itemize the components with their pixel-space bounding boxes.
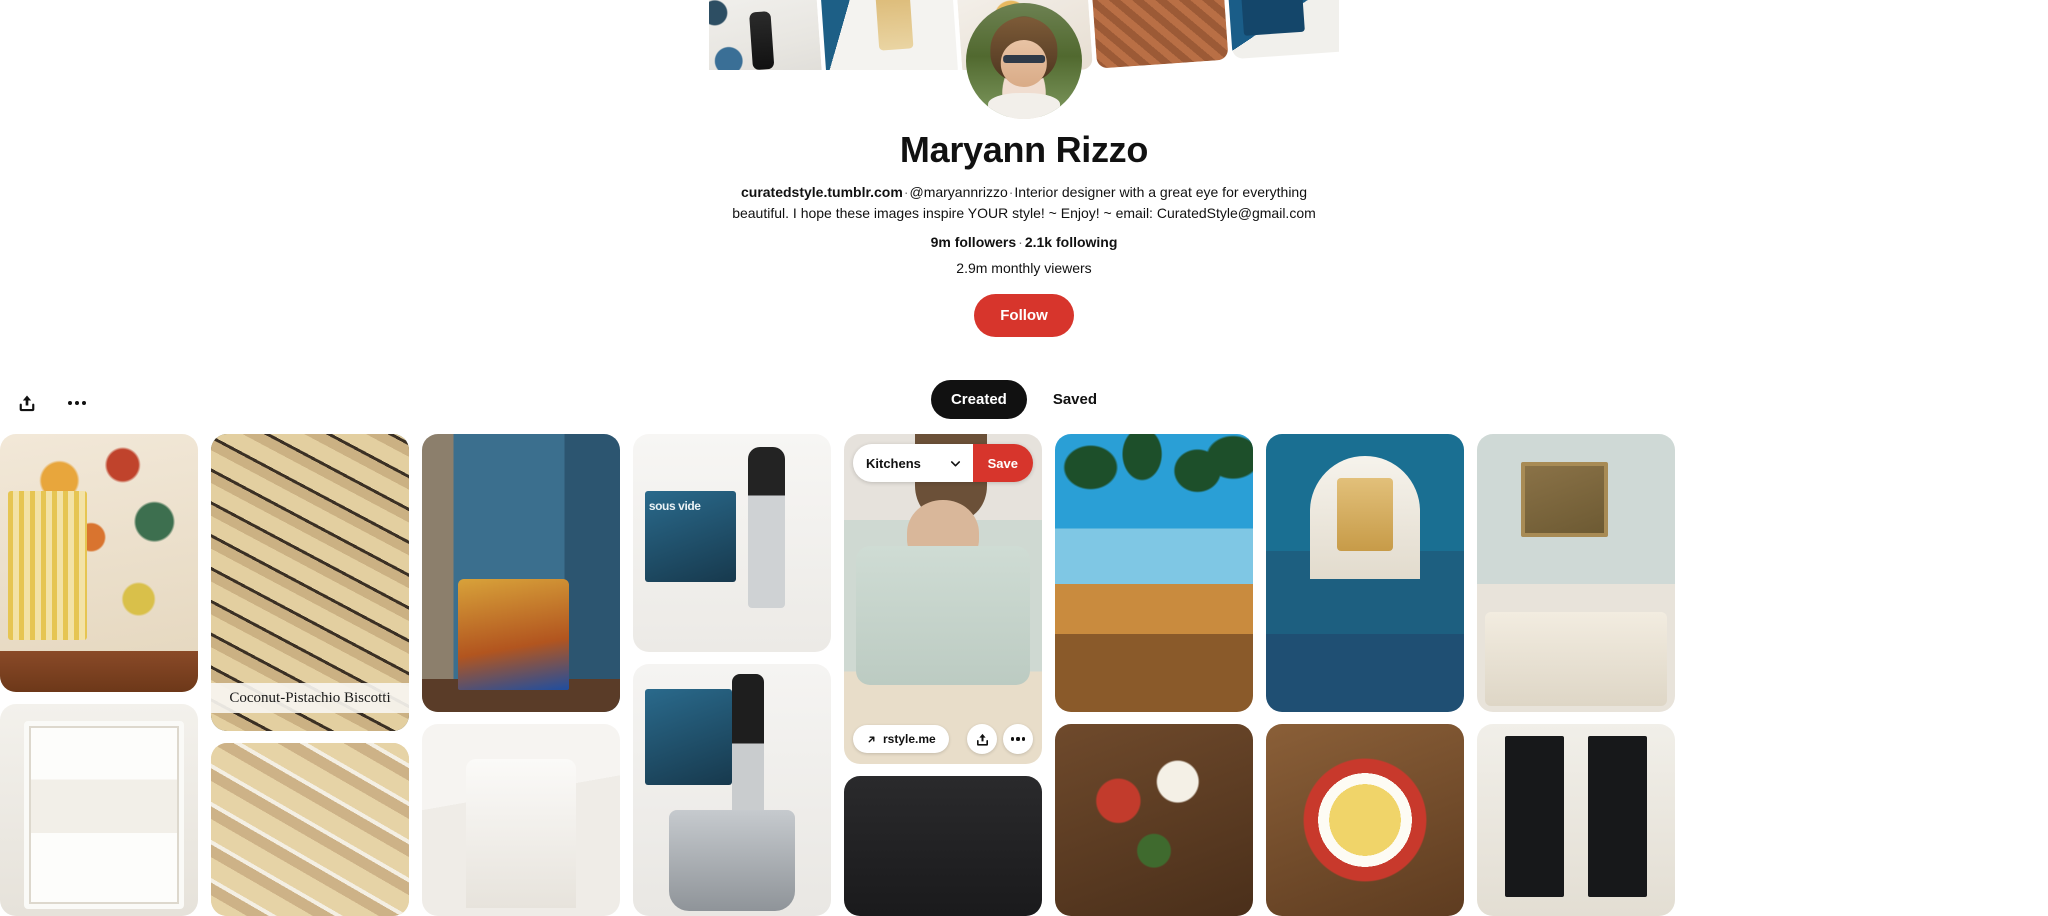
- model-sweater: [855, 546, 1031, 685]
- share-icon: [976, 733, 988, 746]
- page-title: Maryann Rizzo: [899, 129, 1149, 170]
- pot-graphic: [668, 810, 796, 911]
- pin-card[interactable]: [0, 704, 198, 916]
- tab-created[interactable]: Created: [930, 380, 1027, 419]
- pin-column: [422, 434, 620, 916]
- pin-image: [1055, 724, 1253, 916]
- pin-column: Coconut-Pistachio Biscotti: [211, 434, 409, 916]
- more-options-icon: [1010, 737, 1026, 741]
- chevron-down-icon: [950, 460, 960, 466]
- pin-column: [1055, 434, 1253, 916]
- monthly-viewers: 2.9m monthly viewers: [956, 260, 1092, 277]
- pin-column: [0, 434, 198, 916]
- pin-image: [0, 434, 198, 692]
- pin-image: [1477, 724, 1675, 916]
- pin-image: [1266, 724, 1464, 916]
- pin-card[interactable]: Coconut-Pistachio Biscotti: [211, 434, 409, 731]
- pin-image: [1266, 434, 1464, 712]
- cover-tile: [819, 0, 959, 70]
- pin-image: [844, 434, 1042, 764]
- pin-card[interactable]: sous vide: [633, 434, 831, 652]
- profile-website[interactable]: curatedstyle.tumblr.com: [741, 184, 903, 200]
- profile-bio: curatedstyle.tumblr.com·@maryannrizzo·In…: [724, 182, 1324, 224]
- pin-card[interactable]: [422, 434, 620, 712]
- pin-column: [1477, 434, 1675, 916]
- following-count[interactable]: 2.1k following: [1025, 234, 1118, 250]
- pin-title-overlay: Coconut-Pistachio Biscotti: [211, 683, 409, 714]
- pin-column: Kitchens Save rstyle.me: [844, 434, 1042, 916]
- pin-card[interactable]: [1477, 434, 1675, 712]
- board-select-dropdown[interactable]: Kitchens: [853, 444, 973, 482]
- cover-tile: [1225, 0, 1339, 60]
- pin-image: [1055, 434, 1253, 712]
- followers-count[interactable]: 9m followers: [931, 234, 1017, 250]
- pinterest-profile-page: Maryann Rizzo curatedstyle.tumblr.com·@m…: [0, 0, 2048, 916]
- pin-card[interactable]: [211, 743, 409, 916]
- pin-image: [422, 434, 620, 712]
- cover-tile: [1089, 0, 1229, 69]
- pin-card-hovered[interactable]: Kitchens Save rstyle.me: [844, 434, 1042, 764]
- board-select-label: Kitchens: [866, 455, 921, 471]
- profile-stats: 9m followers · 2.1k following: [0, 234, 2048, 250]
- profile-username: @maryannrizzo: [909, 184, 1008, 201]
- pin-card[interactable]: [1055, 724, 1253, 916]
- save-to-board-row: Kitchens Save: [853, 444, 1033, 482]
- source-link-label: rstyle.me: [883, 732, 936, 746]
- pin-image: sous vide: [633, 434, 831, 652]
- follow-button[interactable]: Follow: [974, 294, 1074, 338]
- pin-image: [0, 704, 198, 916]
- cover-tile: [709, 0, 823, 70]
- avatar: [966, 3, 1082, 119]
- pin-image: [422, 724, 620, 916]
- follow-row: Follow: [0, 294, 2048, 338]
- save-button[interactable]: Save: [972, 444, 1033, 482]
- pin-card[interactable]: [1266, 434, 1464, 712]
- sousvide-device-graphic: [747, 447, 786, 609]
- pin-card[interactable]: [844, 776, 1042, 916]
- pin-grid: Coconut-Pistachio Biscotti sous vide Kit…: [0, 434, 2048, 916]
- profile-info: Maryann Rizzo curatedstyle.tumblr.com·@m…: [0, 128, 2048, 338]
- pin-image: [211, 743, 409, 916]
- pin-card[interactable]: [0, 434, 198, 692]
- pin-column: [1266, 434, 1464, 916]
- profile-tabs: Created Saved: [0, 380, 2048, 419]
- pin-bottom-actions: rstyle.me: [853, 724, 1033, 754]
- external-link-arrow-icon: [868, 736, 875, 742]
- pin-card[interactable]: [422, 724, 620, 916]
- pin-share-button[interactable]: [967, 724, 997, 754]
- cookbook-graphic: [644, 689, 732, 785]
- source-link-chip[interactable]: rstyle.me: [853, 725, 949, 753]
- pin-image: [844, 776, 1042, 916]
- pin-action-buttons: [967, 724, 1033, 754]
- stats-separator: ·: [1018, 234, 1023, 251]
- pin-more-options-button[interactable]: [1003, 724, 1033, 754]
- pin-card[interactable]: [1477, 724, 1675, 916]
- pin-card[interactable]: [633, 664, 831, 916]
- pin-column: sous vide: [633, 434, 831, 916]
- avatar-glasses: [1003, 55, 1045, 64]
- pin-card[interactable]: [1266, 724, 1464, 916]
- avatar-shoulders: [988, 93, 1060, 119]
- pin-image: [1477, 434, 1675, 712]
- tab-saved[interactable]: Saved: [1033, 380, 1117, 419]
- pin-card[interactable]: [1055, 434, 1253, 712]
- pin-image: [633, 664, 831, 916]
- avatar-face: [1000, 40, 1048, 87]
- cookbook-label: sous vide: [648, 499, 701, 514]
